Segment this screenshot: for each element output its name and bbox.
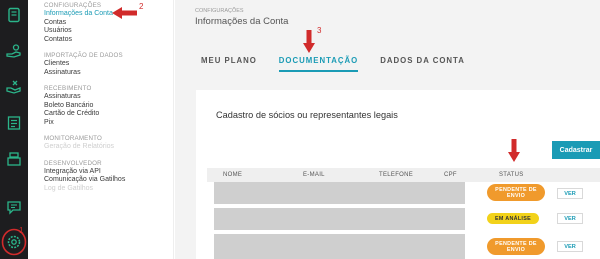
chat-icon[interactable] bbox=[5, 198, 23, 216]
table-row: PENDENTE DE ENVIO VER bbox=[207, 182, 600, 204]
annotation-number-1: 1 bbox=[19, 226, 24, 235]
menu-item-integracao-via-api[interactable]: Integração via API bbox=[44, 168, 173, 177]
card-title: Cadastro de sócios ou representantes leg… bbox=[216, 110, 398, 120]
status-badge: EM ANÁLISE bbox=[487, 213, 539, 224]
menu-section-importacao: IMPORTAÇÃO DE DADOS Clientes Assinaturas bbox=[44, 52, 173, 77]
status-badge: PENDENTE DE ENVIO bbox=[487, 238, 545, 255]
menu-item-geracao-de-relatorios[interactable]: Geração de Relatórios bbox=[44, 143, 173, 152]
icon-rail bbox=[0, 0, 28, 259]
menu-item-contas[interactable]: Contas bbox=[44, 19, 173, 28]
menu-heading: CONFIGURAÇÕES bbox=[44, 2, 102, 9]
settings-menu: CONFIGURAÇÕES Informações da Conta Conta… bbox=[28, 0, 174, 259]
menu-item-cartao-de-credito[interactable]: Cartão de Crédito bbox=[44, 110, 173, 119]
redacted-cells bbox=[214, 182, 465, 204]
ver-button[interactable]: VER bbox=[557, 188, 583, 199]
redacted-cells bbox=[214, 234, 465, 259]
menu-item-boleto-bancario[interactable]: Boleto Bancário bbox=[44, 102, 173, 111]
annotation-number-3: 3 bbox=[317, 26, 322, 35]
menu-item-assinaturas[interactable]: Assinaturas bbox=[44, 93, 173, 102]
menu-section-monitoramento: MONITORAMENTO Geração de Relatórios bbox=[44, 135, 173, 152]
main-content: CONFIGURAÇÕES Informações da Conta MEU P… bbox=[175, 0, 600, 259]
breadcrumb: CONFIGURAÇÕES bbox=[195, 8, 244, 14]
menu-section-desenvolvedor: DESENVOLVEDOR Integração via API Comunic… bbox=[44, 160, 173, 194]
cash-register-icon[interactable] bbox=[5, 150, 23, 168]
menu-item-informacoes-da-conta[interactable]: Informações da Conta bbox=[44, 10, 173, 19]
table-row: PENDENTE DE ENVIO VER bbox=[207, 234, 600, 259]
annotation-arrow-2 bbox=[112, 7, 137, 19]
menu-heading: IMPORTAÇÃO DE DADOS bbox=[44, 52, 123, 59]
ver-button[interactable]: VER bbox=[557, 213, 583, 224]
column-header-email: E-MAIL bbox=[303, 172, 325, 178]
tab-dados-da-conta[interactable]: DADOS DA CONTA bbox=[380, 44, 465, 76]
column-header-telefone: TELEFONE bbox=[379, 172, 414, 178]
menu-item-contatos[interactable]: Contatos bbox=[44, 36, 173, 45]
menu-heading: DESENVOLVEDOR bbox=[44, 159, 102, 167]
menu-item-comunicacao-via-gatilhos[interactable]: Comunicação via Gatilhos bbox=[44, 176, 173, 185]
receipt-icon[interactable] bbox=[5, 114, 23, 132]
menu-item-pix[interactable]: Pix bbox=[44, 119, 173, 128]
column-header-nome: NOME bbox=[223, 172, 243, 178]
status-badge: PENDENTE DE ENVIO bbox=[487, 184, 545, 201]
annotation-arrow-3 bbox=[303, 30, 315, 53]
hand-coin-icon[interactable] bbox=[5, 78, 23, 96]
hand-money-icon[interactable] bbox=[5, 42, 23, 60]
tab-meu-plano[interactable]: MEU PLANO bbox=[201, 44, 257, 76]
partners-card: Cadastro de sócios ou representantes leg… bbox=[196, 90, 600, 259]
menu-section-configuracoes: CONFIGURAÇÕES Informações da Conta Conta… bbox=[44, 2, 173, 44]
menu-item-clientes[interactable]: Clientes bbox=[44, 60, 173, 69]
menu-heading: MONITORAMENTO bbox=[44, 135, 103, 142]
menu-item-log-de-gatilhos[interactable]: Log de Gatilhos bbox=[44, 185, 173, 194]
table-row: EM ANÁLISE VER bbox=[207, 208, 600, 230]
menu-item-usuarios[interactable]: Usuários bbox=[44, 27, 173, 36]
ver-button[interactable]: VER bbox=[557, 241, 583, 252]
menu-item-assinaturas-importacao[interactable]: Assinaturas bbox=[44, 69, 173, 78]
cadastrar-button[interactable]: Cadastrar bbox=[552, 141, 600, 159]
redacted-cells bbox=[214, 208, 465, 230]
annotation-number-2: 2 bbox=[139, 2, 144, 11]
tab-bar: MEU PLANO DOCUMENTAÇÃO DADOS DA CONTA bbox=[175, 44, 600, 76]
tab-documentacao[interactable]: DOCUMENTAÇÃO bbox=[278, 44, 359, 76]
annotation-arrow-status bbox=[508, 139, 520, 162]
table-header: NOME E-MAIL TELEFONE CPF STATUS bbox=[207, 168, 600, 182]
page-title: Informações da Conta bbox=[195, 16, 289, 27]
document-icon[interactable] bbox=[5, 6, 23, 24]
column-header-status: STATUS bbox=[499, 172, 524, 178]
column-header-cpf: CPF bbox=[444, 172, 457, 178]
menu-section-recebimento: RECEBIMENTO Assinaturas Boleto Bancário … bbox=[44, 85, 173, 127]
menu-heading: RECEBIMENTO bbox=[44, 85, 92, 92]
